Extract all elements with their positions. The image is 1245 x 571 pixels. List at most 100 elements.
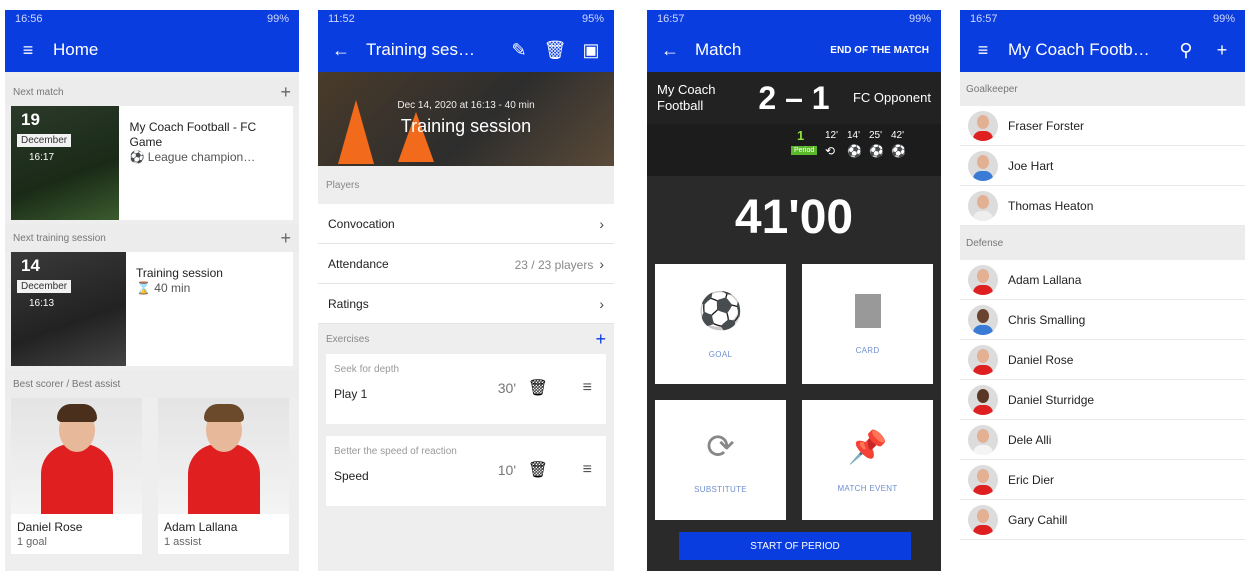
match-time: 16:17	[29, 152, 55, 163]
list-item[interactable]: Daniel Rose	[960, 340, 1245, 380]
battery-level: 95%	[581, 13, 604, 25]
list-item[interactable]: Joe Hart	[960, 146, 1245, 186]
page-title: Training ses…	[366, 40, 475, 59]
app-bar: ← Training ses… ✎ 🗑 ▣	[318, 28, 614, 72]
add-icon[interactable]: +	[280, 82, 291, 103]
calendar-add-icon[interactable]: ▣	[580, 39, 602, 61]
chevron-right-icon: ›	[599, 215, 604, 232]
scoreboard: My Coach Football 2 – 1 FC Opponent	[647, 72, 941, 124]
list-item[interactable]: Thomas Heaton	[960, 186, 1245, 226]
delete-icon[interactable]: 🗑	[544, 39, 567, 61]
match-competition: League champion…	[147, 150, 256, 164]
back-arrow-icon[interactable]: ←	[659, 39, 681, 61]
list-item[interactable]: Eric Dier	[960, 460, 1245, 500]
period-number: 1	[797, 128, 805, 143]
next-training-card[interactable]: 14 December 16:13 Training session ⌛ 40 …	[11, 252, 293, 366]
match-month: December	[17, 134, 72, 147]
edit-icon[interactable]: ✎	[508, 39, 530, 61]
player-name: Chris Smalling	[1008, 312, 1086, 327]
start-period-button[interactable]: START OF PERIOD	[679, 532, 911, 560]
app-bar: ← Match END OF THE MATCH	[647, 28, 941, 72]
list-item[interactable]: Chris Smalling	[960, 300, 1245, 340]
drag-handle-icon[interactable]: ≡	[583, 379, 592, 397]
training-hero: Dec 14, 2020 at 16:13 - 40 min Training …	[318, 72, 614, 166]
player-name: Daniel Rose	[1008, 352, 1074, 367]
tile-label: GOAL	[708, 349, 733, 359]
goal-tile[interactable]: ⚽ GOAL	[655, 264, 786, 384]
avatar	[968, 464, 998, 495]
status-bar: 16:56 99%	[5, 10, 299, 28]
add-icon[interactable]: +	[1211, 39, 1233, 61]
attendance-count: 23 / 23 players	[514, 257, 594, 272]
exercise-theme: Seek for depth	[334, 364, 400, 375]
goal-icon: ⚽	[891, 144, 906, 158]
add-icon[interactable]: +	[280, 228, 291, 249]
exercise-duration: 10'	[497, 462, 516, 478]
exercise-card[interactable]: Seek for depth Play 1 30' 🗑 ≡	[326, 354, 606, 424]
delete-icon[interactable]: 🗑	[528, 378, 548, 398]
best-assist-card[interactable]: Adam Lallana 1 assist	[158, 398, 289, 554]
battery-level: 99%	[266, 13, 289, 25]
action-tiles: ⚽ GOAL CARD ⟳ SUBSTITUTE 📌 MATCH EVENT	[647, 258, 941, 526]
hamburger-menu-icon[interactable]: ≡	[17, 39, 39, 61]
chevron-right-icon: ›	[599, 255, 604, 272]
list-item[interactable]: Adam Lallana	[960, 260, 1245, 300]
match-clock: 41'00	[734, 190, 854, 244]
football-icon: ⚽	[698, 289, 743, 331]
match-name: My Coach Football - FC Game	[129, 120, 257, 149]
exercise-name: Play 1	[334, 387, 368, 401]
best-players: Daniel Rose 1 goal Adam Lallana 1 assist	[5, 398, 299, 554]
section-next-training: Next training session +	[5, 224, 299, 252]
event-minute: 12'	[825, 130, 839, 141]
best-scorer-card[interactable]: Daniel Rose 1 goal	[11, 398, 142, 554]
app-bar: ≡ Home	[5, 28, 299, 72]
card-tile[interactable]: CARD	[802, 264, 933, 384]
list-item[interactable]: Daniel Sturridge	[960, 380, 1245, 420]
status-bar: 11:52 95%	[318, 10, 614, 28]
match-day: 19	[21, 110, 40, 129]
avatar	[968, 190, 998, 221]
training-name: Training session	[136, 266, 223, 280]
next-match-card[interactable]: 19 December 16:17 My Coach Football - FC…	[11, 106, 293, 220]
exercise-duration: 30'	[497, 380, 516, 396]
player-photo	[158, 398, 289, 514]
avatar	[968, 264, 998, 295]
exercise-card[interactable]: Better the speed of reaction Speed 10' 🗑…	[326, 436, 606, 506]
players-group-header: Players	[318, 166, 614, 204]
row-label: Ratings	[328, 296, 369, 311]
drag-handle-icon[interactable]: ≡	[583, 461, 592, 479]
player-name: Dele Alli	[1008, 432, 1052, 447]
status-time: 16:57	[970, 13, 998, 25]
end-match-button[interactable]: END OF THE MATCH	[830, 45, 929, 56]
status-time: 16:56	[15, 13, 43, 25]
pin-icon: 📌	[847, 428, 888, 465]
delete-icon[interactable]: 🗑	[528, 460, 548, 480]
status-bar: 16:57 99%	[647, 10, 941, 28]
away-score: 1	[811, 79, 830, 116]
app-bar: ≡ My Coach Footb… ⚲ +	[960, 28, 1245, 72]
row-ratings[interactable]: Ratings ›	[318, 284, 614, 324]
match-event-tile[interactable]: 📌 MATCH EVENT	[802, 400, 933, 520]
row-convocation[interactable]: Convocation ›	[318, 204, 614, 244]
hero-date: Dec 14, 2020 at 16:13 - 40 min	[397, 100, 535, 111]
home-score: 2	[758, 79, 777, 116]
list-item[interactable]: Dele Alli	[960, 420, 1245, 460]
row-attendance[interactable]: Attendance 23 / 23 players ›	[318, 244, 614, 284]
player-name: Adam Lallana	[1008, 272, 1082, 287]
event-minute: 25'	[869, 130, 883, 141]
search-icon[interactable]: ⚲	[1175, 39, 1197, 61]
avatar	[968, 504, 998, 535]
page-title: Match	[695, 40, 742, 59]
list-item[interactable]: Gary Cahill	[960, 500, 1245, 540]
section-label: Next training session	[13, 232, 106, 244]
hamburger-menu-icon[interactable]: ≡	[972, 39, 994, 61]
back-arrow-icon[interactable]: ←	[330, 39, 352, 61]
player-name: Joe Hart	[1008, 158, 1054, 173]
group-header: Goalkeeper	[960, 72, 1245, 106]
avatar	[968, 110, 998, 141]
training-time: 16:13	[29, 298, 55, 309]
list-item[interactable]: Fraser Forster	[960, 106, 1245, 146]
add-exercise-icon[interactable]: +	[595, 329, 606, 350]
substitute-tile[interactable]: ⟳ SUBSTITUTE	[655, 400, 786, 520]
avatar	[968, 384, 998, 415]
